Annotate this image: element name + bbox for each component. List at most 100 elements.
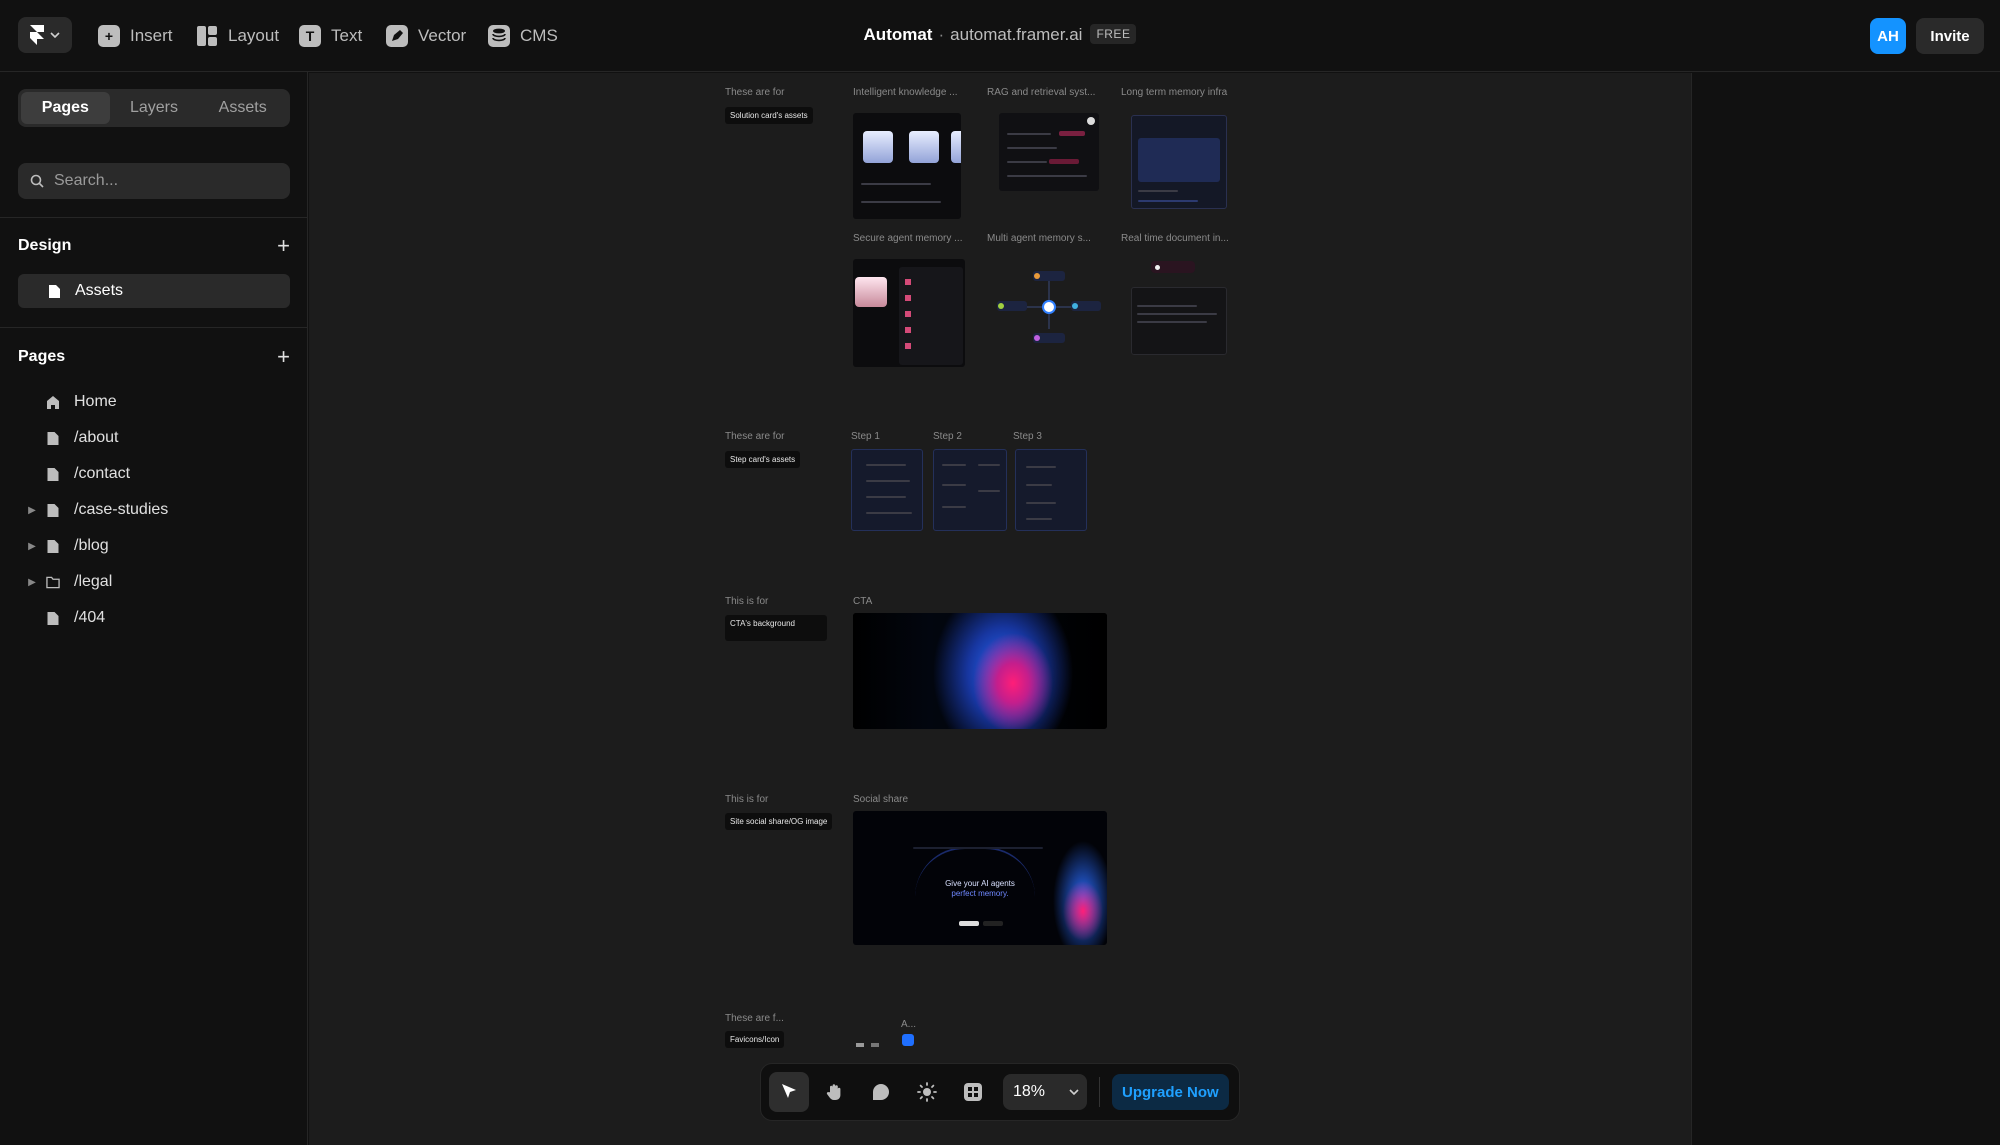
frame-label[interactable]: A... bbox=[901, 1019, 916, 1030]
page-item-label: Home bbox=[74, 393, 117, 410]
page-item-blog[interactable]: ▶ /blog bbox=[18, 532, 290, 560]
comment-tool-button[interactable] bbox=[861, 1072, 901, 1112]
group-tag[interactable]: Step card's assets bbox=[725, 451, 801, 468]
right-panel bbox=[1691, 73, 2000, 1145]
frame-label[interactable]: Multi agent memory s... bbox=[987, 233, 1091, 244]
page-item-contact[interactable]: /contact bbox=[18, 460, 290, 488]
social-headline-1: Give your AI agents bbox=[945, 879, 1015, 888]
frame-label[interactable]: Step 2 bbox=[933, 431, 962, 442]
page-item-label: /legal bbox=[74, 573, 113, 590]
framer-logo-icon bbox=[30, 25, 44, 45]
hand-tool-button[interactable] bbox=[815, 1072, 855, 1112]
bottom-toolbar: 18% Upgrade Now bbox=[760, 1063, 1240, 1121]
frame-thumbnail[interactable] bbox=[993, 259, 1105, 349]
group-tag[interactable]: CTA's background bbox=[725, 615, 827, 641]
group-tag[interactable]: Site social share/OG image bbox=[725, 813, 833, 830]
add-design-page-button[interactable]: + bbox=[277, 235, 290, 257]
frame-thumbnail[interactable] bbox=[1131, 259, 1227, 355]
page-icon bbox=[47, 431, 59, 445]
frame-thumbnail[interactable] bbox=[1015, 449, 1087, 531]
page-icon bbox=[47, 611, 59, 625]
framer-menu-button[interactable] bbox=[18, 17, 72, 53]
chevron-right-icon[interactable]: ▶ bbox=[18, 505, 46, 516]
page-item-404[interactable]: /404 bbox=[18, 604, 290, 632]
text-label: Text bbox=[331, 26, 363, 45]
chevron-down-icon bbox=[50, 32, 60, 38]
social-share-frame[interactable]: Give your AI agents perfect memory. bbox=[853, 811, 1107, 945]
tab-pages[interactable]: Pages bbox=[21, 92, 110, 124]
frame-label[interactable]: Step 3 bbox=[1013, 431, 1042, 442]
search-box[interactable] bbox=[18, 163, 290, 199]
frame-label[interactable]: Step 1 bbox=[851, 431, 880, 442]
page-item-label: /blog bbox=[74, 537, 109, 554]
page-item-legal[interactable]: ▶ /legal bbox=[18, 568, 290, 596]
avatar[interactable]: AH bbox=[1870, 18, 1906, 54]
cta-background-frame[interactable] bbox=[853, 613, 1107, 729]
page-item-about[interactable]: /about bbox=[18, 424, 290, 452]
folder-icon bbox=[46, 576, 60, 588]
page-item-case-studies[interactable]: ▶ /case-studies bbox=[18, 496, 290, 524]
favicon-thumbnail[interactable] bbox=[871, 1043, 879, 1047]
select-tool-button[interactable] bbox=[769, 1072, 809, 1112]
group-tag[interactable]: Favicons/Icon bbox=[725, 1031, 785, 1048]
chevron-down-icon bbox=[1069, 1089, 1079, 1095]
project-url[interactable]: automat.framer.ai bbox=[950, 25, 1082, 44]
layout-tool-button[interactable]: Layout bbox=[196, 22, 279, 50]
frame-label[interactable]: Social share bbox=[853, 794, 908, 805]
frame-thumbnail[interactable] bbox=[933, 449, 1007, 531]
zoom-select[interactable]: 18% bbox=[1003, 1074, 1087, 1110]
group-label: This is for bbox=[725, 596, 769, 607]
group-tag[interactable]: Solution card's assets bbox=[725, 107, 813, 124]
frame-label[interactable]: Secure agent memory ... bbox=[853, 233, 963, 244]
frame-label[interactable]: CTA bbox=[853, 596, 872, 607]
favicon-thumbnail[interactable] bbox=[856, 1043, 864, 1047]
toolbar-divider bbox=[1099, 1077, 1100, 1107]
design-item-label: Assets bbox=[75, 282, 124, 299]
page-icon bbox=[47, 467, 59, 481]
pages-section-header: Pages + bbox=[18, 346, 290, 368]
frame-thumbnail[interactable] bbox=[853, 113, 961, 219]
layout-label: Layout bbox=[228, 26, 280, 45]
text-tool-button[interactable]: T Text bbox=[299, 22, 362, 50]
chevron-right-icon[interactable]: ▶ bbox=[18, 577, 46, 588]
frame-thumbnail[interactable] bbox=[853, 259, 965, 367]
frame-label[interactable]: Long term memory infra bbox=[1121, 87, 1227, 98]
layout-icon bbox=[197, 26, 217, 46]
frame-label[interactable]: RAG and retrieval syst... bbox=[987, 87, 1095, 98]
frame-label[interactable]: Real time document in... bbox=[1121, 233, 1229, 244]
project-name[interactable]: Automat bbox=[864, 25, 933, 44]
search-input[interactable] bbox=[54, 172, 274, 190]
page-item-home[interactable]: Home bbox=[18, 388, 290, 416]
upgrade-button[interactable]: Upgrade Now bbox=[1112, 1074, 1229, 1110]
frame-label[interactable]: Intelligent knowledge ... bbox=[853, 87, 958, 98]
chevron-right-icon[interactable]: ▶ bbox=[18, 541, 46, 552]
panel-tabs: Pages Layers Assets bbox=[18, 89, 290, 127]
cms-tool-button[interactable]: CMS bbox=[488, 22, 558, 50]
design-section-title: Design bbox=[18, 237, 72, 254]
page-item-label: /404 bbox=[74, 609, 106, 626]
invite-button[interactable]: Invite bbox=[1916, 18, 1984, 54]
frame-thumbnail[interactable] bbox=[851, 449, 923, 531]
tab-layers[interactable]: Layers bbox=[110, 92, 199, 124]
text-icon: T bbox=[299, 25, 321, 47]
plan-badge[interactable]: FREE bbox=[1090, 24, 1137, 44]
canvas[interactable]: These are for Solution card's assets Int… bbox=[309, 73, 1691, 1145]
favicon-thumbnail[interactable] bbox=[902, 1034, 914, 1046]
vector-tool-button[interactable]: Vector bbox=[386, 22, 466, 50]
frame-thumbnail[interactable] bbox=[1131, 115, 1227, 209]
cms-label: CMS bbox=[520, 26, 558, 45]
tab-assets[interactable]: Assets bbox=[198, 92, 287, 124]
divider bbox=[0, 217, 308, 218]
zoom-value: 18% bbox=[1013, 1083, 1046, 1100]
page-item-label: /case-studies bbox=[74, 501, 169, 518]
social-headline-2: perfect memory. bbox=[951, 889, 1009, 898]
search-icon bbox=[30, 174, 44, 188]
grid-tool-button[interactable] bbox=[953, 1072, 993, 1112]
frame-thumbnail[interactable] bbox=[999, 113, 1099, 191]
design-item-assets[interactable]: Assets bbox=[18, 274, 290, 308]
theme-toggle-button[interactable] bbox=[907, 1072, 947, 1112]
insert-tool-button[interactable]: + Insert bbox=[98, 22, 173, 50]
add-page-button[interactable]: + bbox=[277, 346, 290, 368]
group-label: This is for bbox=[725, 794, 769, 805]
divider bbox=[0, 327, 308, 328]
